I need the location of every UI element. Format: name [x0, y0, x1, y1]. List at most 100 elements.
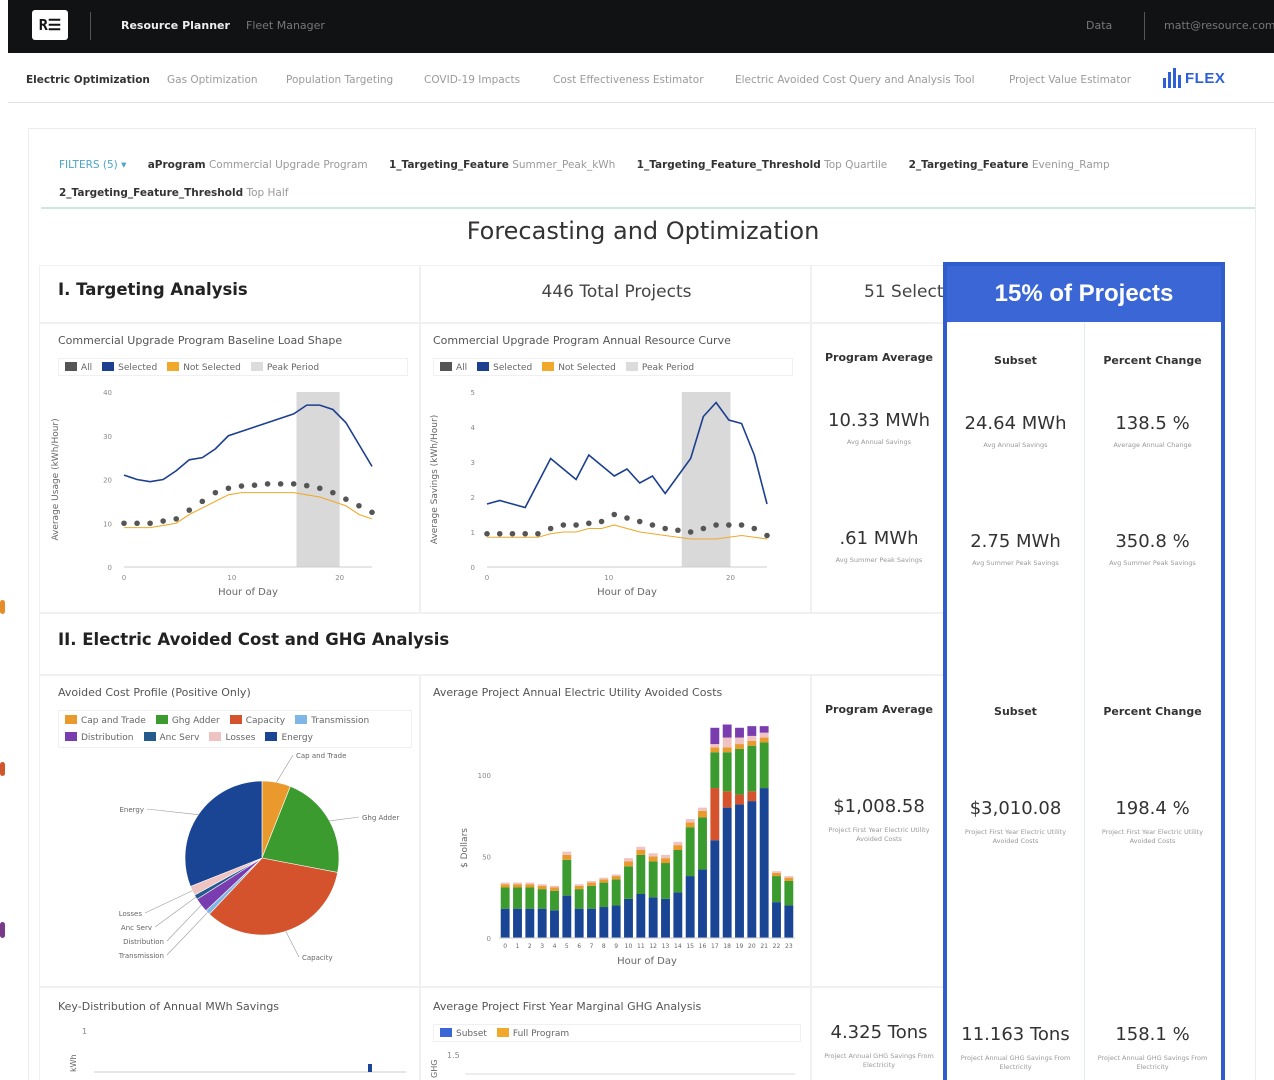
bar-segment-ghg-adder — [513, 887, 522, 909]
bar-segment-losses — [574, 884, 584, 886]
data-point-all — [726, 522, 732, 528]
kpi-subtitle: Avg Annual Savings — [983, 441, 1048, 449]
tab-cost-effectiveness[interactable]: Cost Effectiveness Estimator — [553, 74, 704, 86]
kpi-value: $1,008.58 — [833, 796, 925, 817]
legend-item: Peak Period — [625, 361, 694, 373]
data-point-all — [624, 515, 630, 521]
key-distribution-chart: 1 kWh — [69, 1027, 406, 1073]
bar-segment-losses — [513, 882, 522, 885]
nav-resource-planner[interactable]: Resource Planner — [121, 19, 230, 32]
data-point-all — [636, 518, 643, 525]
legend-item: Subset — [440, 1027, 487, 1039]
bar-segment-energy — [710, 840, 720, 938]
bar — [368, 1064, 372, 1072]
bar-segment-losses — [537, 884, 547, 886]
bar-segment-ghg-adder — [574, 889, 584, 909]
kpi-value: 4.325 Tons — [830, 1022, 928, 1043]
data-point-all — [121, 520, 127, 527]
bar-segment-cap-and-trade — [673, 845, 683, 850]
bar-segment-energy — [772, 902, 781, 938]
data-point-all — [264, 481, 271, 487]
data-point-all — [369, 509, 375, 516]
bar-segment-distribution — [759, 726, 769, 733]
tab-electric-optimization[interactable]: Electric Optimization — [26, 74, 150, 86]
y-tick-label: 100 — [478, 772, 491, 780]
bar-segment-energy — [513, 908, 522, 938]
filter-value[interactable]: Top Quartile — [824, 159, 887, 171]
tick-label: 1 — [82, 1027, 87, 1036]
nav-data-link[interactable]: Data — [1086, 19, 1112, 32]
filter-value[interactable]: Evening_Ramp — [1032, 159, 1110, 171]
filter-key: 2_Targeting_Feature — [908, 159, 1029, 171]
filters-toggle[interactable]: FILTERS (5) ▾ — [59, 159, 126, 171]
x-tick-label: 0 — [122, 574, 126, 582]
bar-segment-ghg-adder — [587, 885, 596, 909]
filter-value[interactable]: Summer_Peak_kWh — [512, 159, 615, 171]
bar-segment-capacity — [722, 791, 732, 808]
filter-value[interactable]: Top Half — [246, 187, 288, 199]
tab-gas-optimization[interactable]: Gas Optimization — [167, 74, 258, 86]
chart-card-annual-avoided-costs: Average Project Annual Electric Utility … — [420, 675, 811, 987]
x-tick-label: 4 — [553, 943, 557, 950]
user-menu[interactable]: matt@resource.com ▾ — [1164, 19, 1274, 32]
tick-label: 1.5 — [447, 1051, 460, 1060]
bar-segment-energy — [685, 876, 695, 938]
tab-avoided-cost-tool[interactable]: Electric Avoided Cost Query and Analysis… — [735, 74, 975, 86]
kpi-value: 11.163 Tons — [961, 1024, 1070, 1045]
bar-segment-distribution — [710, 727, 720, 745]
x-tick-label: 5 — [565, 943, 569, 950]
leader-line — [285, 931, 300, 958]
kpi-subtitle: Project First Year Electric Utility Avoi… — [1101, 828, 1204, 845]
bar-segment-losses — [673, 841, 683, 846]
bar-segment-ghg-adder — [698, 817, 707, 870]
bar-segment-cap-and-trade — [550, 887, 559, 891]
tab-covid-impacts[interactable]: COVID-19 Impacts — [424, 74, 520, 86]
bar-segment-ghg-adder — [611, 879, 621, 906]
bar-segment-losses — [735, 737, 744, 745]
app-logo[interactable]: R☰ — [32, 10, 68, 40]
bar-segment-energy — [574, 908, 584, 938]
bar-segment-losses — [722, 737, 732, 748]
legend-item: Selected — [102, 361, 157, 373]
page-title: Forecasting and Optimization — [466, 217, 820, 245]
bar-segment-energy — [648, 897, 658, 938]
kpi-subtitle: Avg Summer Peak Savings — [835, 556, 923, 564]
bar-segment-ghg-adder — [772, 876, 781, 903]
chart-title: Commercial Upgrade Program Annual Resour… — [433, 334, 731, 347]
x-tick-label: 23 — [785, 943, 793, 950]
bar-segment-losses — [772, 871, 781, 873]
column-header: Program Average — [825, 703, 933, 716]
y-tick-label: 20 — [103, 477, 112, 485]
tab-project-value[interactable]: Project Value Estimator — [1009, 74, 1131, 86]
data-point-all — [316, 485, 323, 492]
x-tick-label: 18 — [723, 943, 731, 950]
x-tick-label: 22 — [773, 943, 781, 950]
data-point-all — [522, 530, 528, 537]
data-point-all — [199, 498, 206, 505]
kpi-program-average-3: 4.325 Tons Project Annual GHG Savings Fr… — [811, 987, 945, 1080]
resource-curve-chart: 0 1 2 3 4 5 0 10 20 Hour of Day Average Savings (k… — [430, 389, 770, 598]
filter-value[interactable]: Commercial Upgrade Program — [209, 159, 368, 171]
section-title-targeting: I. Targeting Analysis — [58, 280, 248, 299]
chart-card-baseline: Commercial Upgrade Program Baseline Load… — [39, 323, 420, 613]
kpi-value: 138.5 % — [1115, 413, 1190, 434]
data-point-all — [573, 522, 579, 528]
kpi-subtitle: Avg Annual Savings — [846, 438, 912, 446]
kpi-value: $3,010.08 — [969, 798, 1062, 819]
highlight-header: 15% of Projects — [947, 266, 1221, 322]
legend-item: Transmission — [295, 715, 369, 726]
y-tick-label: 0 — [487, 935, 491, 943]
data-point-all — [598, 518, 605, 525]
y-axis-label: Average Savings (kWh/Hour) — [430, 415, 440, 544]
bar-segment-energy — [537, 908, 547, 938]
bar-segment-cap-and-trade — [648, 856, 658, 862]
chart-title: Key-Distribution of Annual MWh Savings — [58, 1000, 280, 1013]
x-tick-label: 10 — [604, 574, 613, 582]
legend-item: Not Selected — [167, 361, 241, 373]
x-tick-label: 2 — [528, 943, 532, 950]
y-tick-label: 0 — [108, 564, 112, 572]
tab-population-targeting[interactable]: Population Targeting — [286, 74, 393, 86]
x-tick-label: 8 — [602, 943, 606, 950]
nav-fleet-manager[interactable]: Fleet Manager — [246, 19, 325, 32]
leader-line — [276, 754, 294, 783]
